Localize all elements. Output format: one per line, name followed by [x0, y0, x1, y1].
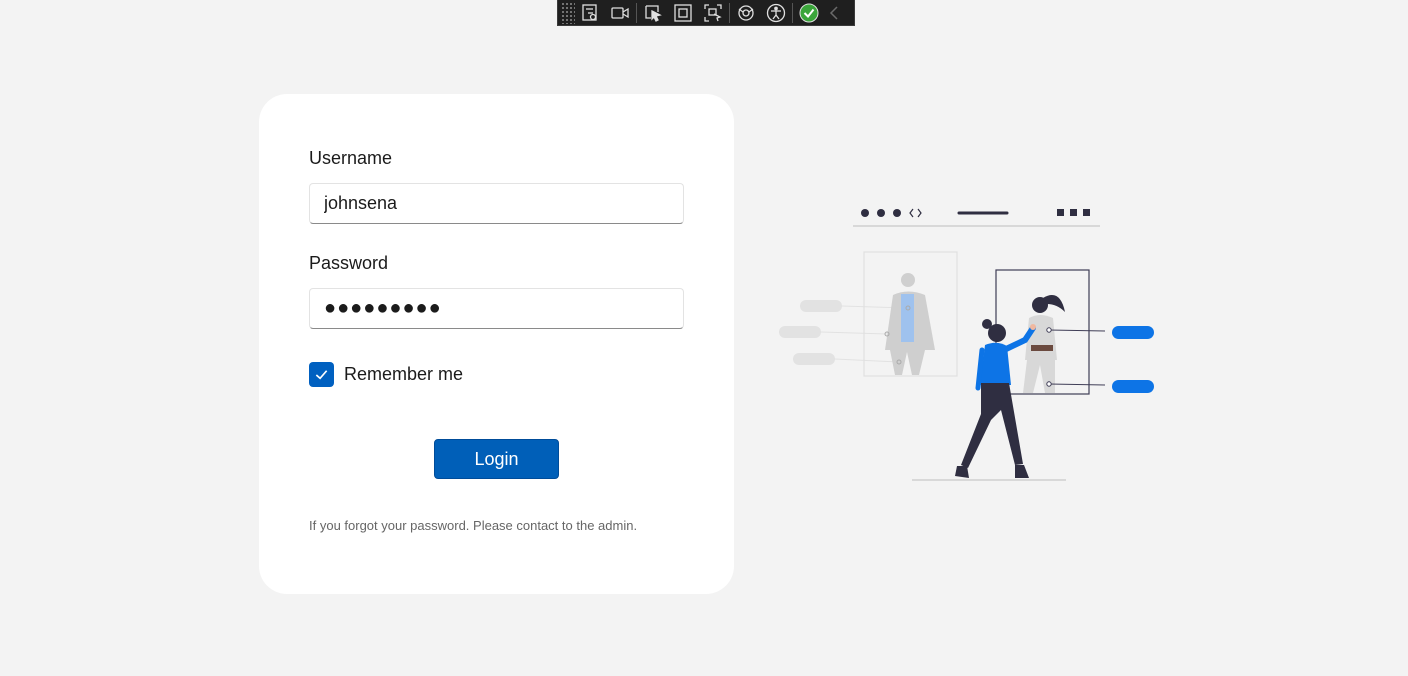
remember-me-label: Remember me [344, 364, 464, 384]
debug-toolbar [557, 0, 855, 26]
password-input[interactable] [309, 288, 684, 329]
hot-reload-icon [738, 4, 754, 21]
toolbar-grip[interactable] [561, 1, 575, 24]
blue-pill-graphic [1112, 380, 1154, 393]
password-label: Password [309, 253, 389, 273]
faded-figure-frame [863, 251, 958, 377]
track-focus-button[interactable] [698, 0, 728, 26]
collapse-chevron-icon [829, 5, 838, 20]
remember-me-checkbox[interactable] [309, 362, 334, 387]
select-element-icon [645, 4, 662, 22]
forgot-password-hint: If you forgot your password. Please cont… [309, 518, 638, 533]
display-layout-adorners-icon [674, 3, 692, 22]
record-button[interactable] [605, 0, 635, 26]
layout-adorners-button[interactable] [668, 0, 698, 26]
track-focus-icon [704, 3, 722, 22]
checkmark-icon [315, 370, 328, 380]
username-input[interactable] [309, 183, 684, 224]
login-button[interactable]: Login [434, 439, 559, 479]
toolbar-separator [792, 2, 793, 23]
select-element-button[interactable] [638, 0, 668, 26]
remember-me-checkbox-row[interactable]: Remember me [309, 362, 463, 387]
record-icon [611, 6, 629, 19]
collapse-toolbar-button[interactable] [824, 0, 844, 26]
live-visual-tree-icon [582, 3, 597, 21]
mirror-frame [995, 269, 1106, 395]
login-illustration [779, 208, 1154, 481]
login-card: Username Password Remember me Login If y… [259, 94, 734, 594]
browser-bar-graphic [853, 208, 1100, 227]
ok-status-icon [799, 3, 819, 22]
blue-pill-graphic [1112, 326, 1154, 339]
woman-figure-graphic [955, 319, 1036, 478]
accessibility-button[interactable] [761, 0, 791, 26]
toolbar-separator [636, 2, 637, 23]
live-visual-tree-button[interactable] [575, 0, 605, 26]
username-label: Username [309, 148, 393, 168]
accessibility-icon [766, 3, 786, 22]
hot-reload-button[interactable] [731, 0, 761, 26]
status-button[interactable] [794, 0, 824, 26]
toolbar-separator [729, 2, 730, 23]
